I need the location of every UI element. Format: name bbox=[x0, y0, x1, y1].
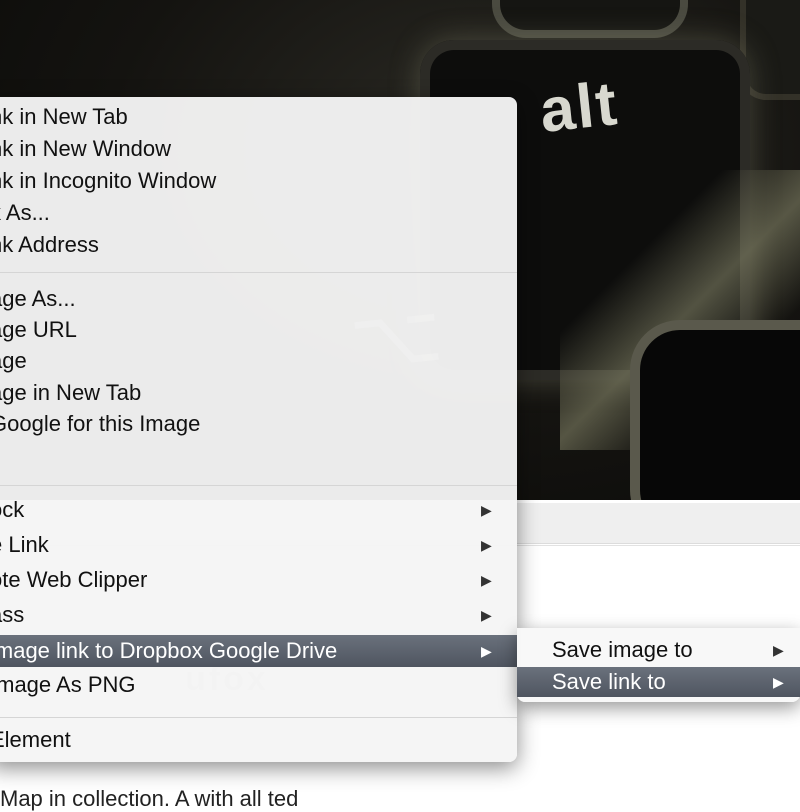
menu-item-copy-link-address[interactable]: nk Address bbox=[0, 229, 517, 261]
menu-item-open-link-incognito[interactable]: nk in Incognito Window bbox=[0, 165, 517, 197]
menu-item-share-link[interactable]: e Link▶ bbox=[0, 529, 517, 561]
menu-item-open-image-new-tab[interactable]: age in New Tab bbox=[0, 377, 517, 409]
menu-item-save-link-as[interactable]: k As... bbox=[0, 197, 517, 229]
menu-separator bbox=[0, 717, 517, 718]
menu-item-copy-image[interactable]: age bbox=[0, 345, 517, 377]
page-toolbar bbox=[517, 503, 800, 544]
menu-item-open-link-new-window[interactable]: nk in New Window bbox=[0, 133, 517, 165]
menu-item-inspect-element[interactable]: Element bbox=[0, 724, 517, 756]
menu-item-save-image-as-png[interactable]: Image As PNG bbox=[0, 669, 517, 701]
keyboard-key-bottom bbox=[640, 330, 800, 500]
submenu-item-save-image-to[interactable]: Save image to ▶ bbox=[517, 635, 800, 665]
menu-item-save-image-as[interactable]: age As... bbox=[0, 283, 517, 315]
submenu-arrow-icon: ▶ bbox=[481, 502, 492, 518]
menu-item-copy-image-url[interactable]: age URL bbox=[0, 314, 517, 346]
menu-item-search-google-image[interactable]: Google for this Image bbox=[0, 408, 517, 440]
submenu-arrow-icon: ▶ bbox=[481, 643, 492, 659]
page-text: Map in collection. A with all ted bbox=[0, 786, 299, 811]
menu-separator bbox=[0, 272, 517, 273]
submenu-arrow-icon: ▶ bbox=[481, 572, 492, 588]
alt-key-label: alt bbox=[536, 69, 622, 146]
menu-item-evernote-web-clipper[interactable]: ote Web Clipper ▶ bbox=[0, 564, 517, 596]
context-menu: nk in New Tab nk in New Window nk in Inc… bbox=[0, 97, 517, 762]
submenu-arrow-icon: ▶ bbox=[773, 642, 784, 658]
submenu: Save image to ▶ Save link to ▶ bbox=[517, 628, 800, 702]
submenu-arrow-icon: ▶ bbox=[773, 674, 784, 690]
keyboard-key-top bbox=[500, 0, 680, 30]
menu-separator bbox=[0, 485, 517, 486]
submenu-arrow-icon: ▶ bbox=[481, 537, 492, 553]
submenu-item-save-link-to[interactable]: Save link to ▶ bbox=[517, 667, 800, 697]
menu-item-save-to-dropbox-drive[interactable]: image link to Dropbox Google Drive ▶ bbox=[0, 635, 517, 667]
submenu-arrow-icon: ▶ bbox=[481, 607, 492, 623]
menu-item-open-link-new-tab[interactable]: nk in New Tab bbox=[0, 101, 517, 133]
menu-item-adblock[interactable]: ock▶ bbox=[0, 494, 517, 526]
menu-item-lastpass[interactable]: ass▶ bbox=[0, 599, 517, 631]
